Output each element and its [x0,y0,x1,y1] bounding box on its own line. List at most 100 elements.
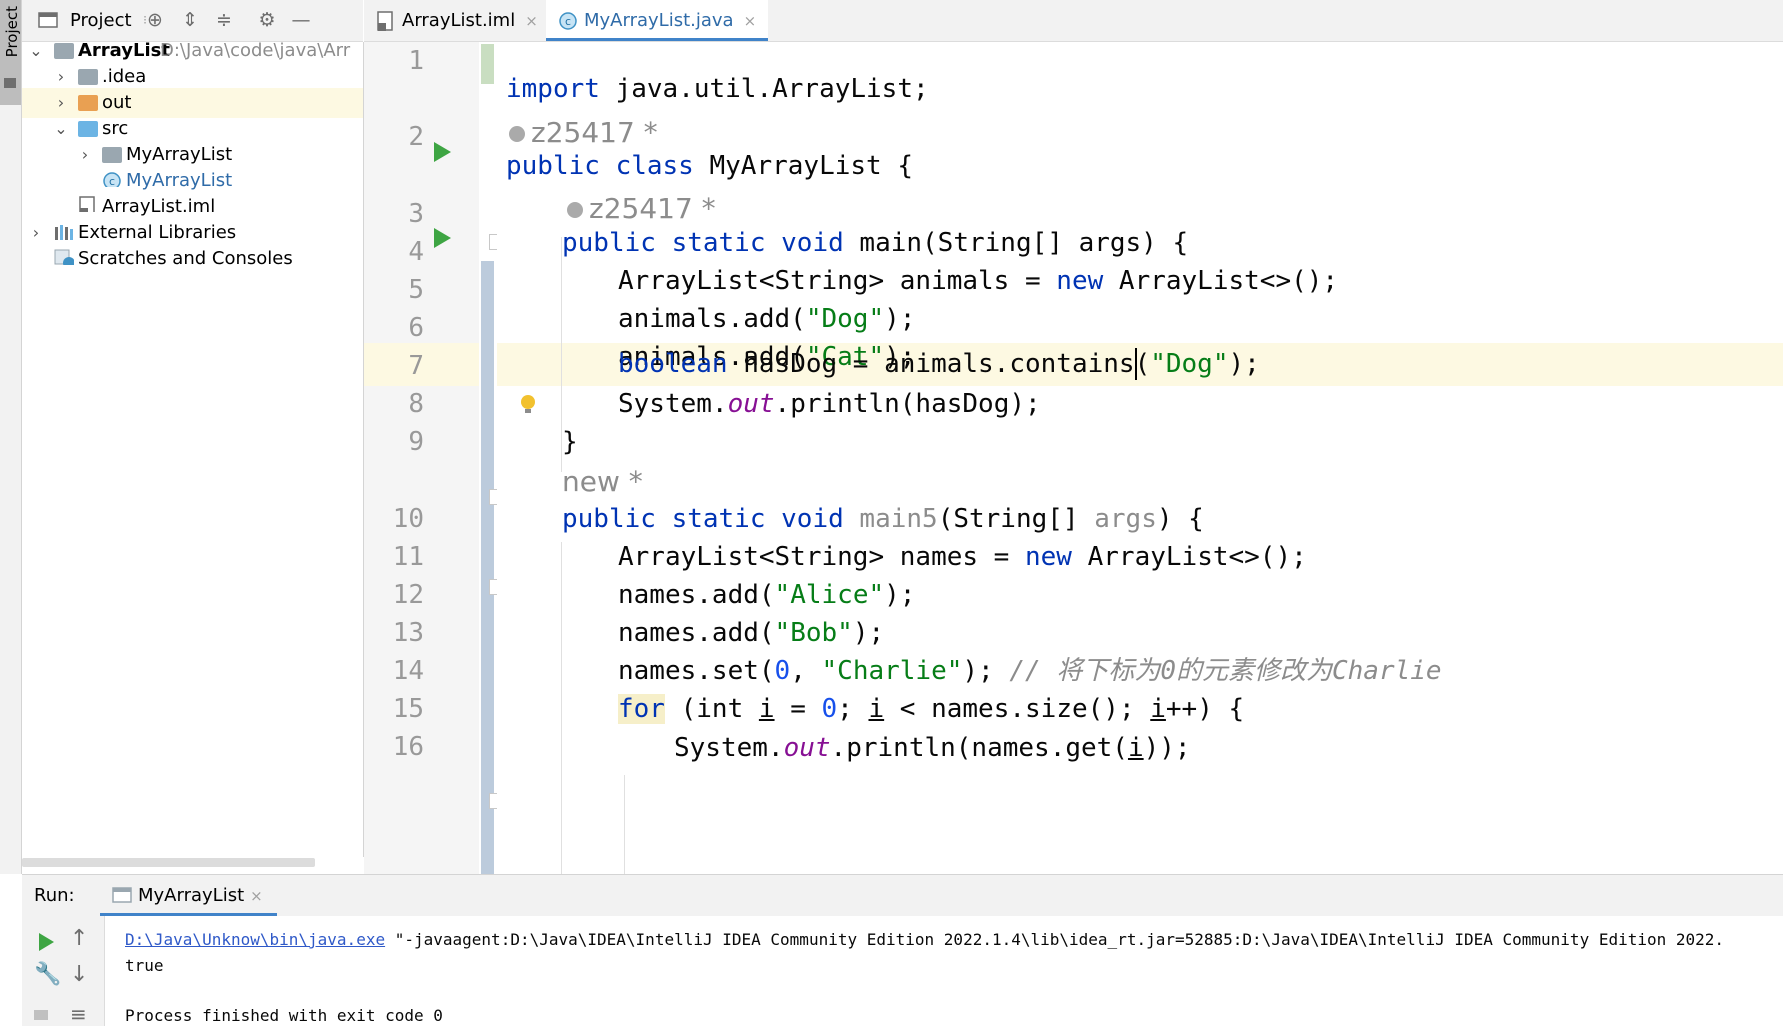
libraries-icon [55,225,73,240]
code-line-2: public class MyArrayList { [506,145,913,188]
code-token: java.util.ArrayList; [599,74,929,104]
run-class-icon[interactable] [434,142,451,162]
project-panel-title[interactable]: Project [70,10,132,31]
code-token: "Alice" [774,580,885,610]
line-number: 4 [408,237,424,267]
line-number: 7 [408,351,424,381]
run-console[interactable]: D:\Java\Unknow\bin\java.exe "-javaagent:… [105,916,1783,1026]
editor-tab-bar: ArrayList.iml × c MyArrayList.java × [364,0,1783,42]
code-token: hasDog = animals.contains( [727,349,1151,379]
code-token: i [758,694,775,724]
project-view-icon [38,12,58,28]
code-token: animals.add( [618,304,806,334]
code-token: out [783,733,831,763]
collapse-all-icon[interactable]: ≑ [213,9,235,31]
rerun-icon[interactable] [39,933,54,951]
java-exe-link[interactable]: D:\Java\Unknow\bin\java.exe [125,930,385,949]
author-hint-text: new * [562,465,643,498]
code-token: new [1056,266,1104,296]
run-label: Run: [34,885,75,906]
wrench-icon[interactable]: 🔧 [34,962,61,987]
console-command-args: "-javaagent:D:\Java\IDEA\IntelliJ IDEA C… [385,930,1725,949]
code-token: System. [674,733,784,763]
code-line-9: } [562,421,578,464]
close-icon[interactable]: × [250,887,263,905]
code-token: ); [1228,349,1260,379]
author-inlay-hint[interactable]: new * [562,460,643,503]
arrow-down-icon[interactable]: ↓ [70,962,88,987]
run-main-icon[interactable] [434,228,451,248]
source-folder-icon [78,121,98,137]
vcs-added-marker[interactable] [481,44,494,84]
code-line-4: ArrayList<String> animals = new ArrayLis… [618,260,1338,303]
code-token: main5 [843,504,938,534]
run-toolbar: ↑ 🔧 ↓ ≡ [22,916,105,1026]
code-token: "Dog" [805,304,885,334]
code-line-7: boolean hasDog = animals.contains("Dog")… [618,343,1260,386]
expand-all-icon[interactable]: ⇕ [179,9,201,31]
code-token: )); [1143,733,1191,763]
console-command-line: D:\Java\Unknow\bin\java.exe "-javaagent:… [125,930,1724,949]
project-tool-window-button[interactable]: Project [0,0,21,105]
code-token: names.add( [618,580,775,610]
folder-icon [4,78,16,88]
line-number: 3 [408,199,424,229]
code-token: ArrayList<>(); [1071,542,1307,572]
tree-item-scratches[interactable]: Scratches and Consoles [22,244,363,274]
code-token: public static void [562,504,844,534]
code-line-3: public static void main(String[] args) { [562,222,1188,265]
close-icon[interactable]: × [525,12,538,30]
line-number: 13 [392,618,424,648]
code-token: ; [837,694,869,724]
class-icon: c [103,172,121,187]
code-token: new [1025,542,1072,572]
code-token: args [1094,504,1157,534]
code-line-5: animals.add("Dog"); [618,298,915,341]
run-tab-label: MyArrayList [138,885,245,906]
arrow-up-icon[interactable]: ↑ [70,926,88,951]
tab-label: MyArrayList.java [584,10,734,31]
class-icon: c [559,12,577,30]
vcs-modified-marker[interactable] [481,261,494,874]
code-token: = [774,694,822,724]
code-token: } [562,427,578,457]
scratches-icon [54,249,74,265]
code-token: boolean [618,349,728,379]
code-line-12: names.add("Alice"); [618,574,915,617]
line-number: 1 [408,46,424,76]
run-tab-myarraylist[interactable]: MyArrayList × [100,875,277,916]
code-token: .println(names.get( [830,733,1128,763]
console-icon [112,887,132,903]
code-token: MyArrayList { [693,151,913,181]
excluded-folder-icon [78,95,98,111]
code-token: i [1127,733,1144,763]
horizontal-scrollbar[interactable] [22,858,315,867]
soft-wrap-icon[interactable]: ≡ [70,1002,87,1026]
project-tree[interactable]: ⌄ ArrayList D:\Java\code\java\Arr › .ide… [22,40,364,857]
line-number: 10 [392,504,424,534]
run-panel-header: Run: MyArrayList × [22,874,1783,917]
line-number: 9 [408,427,424,457]
code-token: public class [506,151,694,181]
author-hint-text: z25417 * [589,192,716,225]
code-token: names.add( [618,618,775,648]
code-token: System. [618,389,728,419]
lightbulb-icon[interactable] [519,394,537,416]
code-token: , [790,656,822,686]
code-editor[interactable]: import java.util.ArrayList; z25417 * pub… [497,42,1783,874]
code-line-14: names.set(0, "Charlie"); // 将下标为0的元素修改为C… [618,650,1442,693]
close-icon[interactable]: × [744,12,757,30]
code-token: (int [664,694,759,724]
tab-myarraylist-java[interactable]: c MyArrayList.java × [546,0,769,41]
code-token: 0 [774,656,791,686]
folder-icon [78,69,98,85]
console-output-line: true [125,956,164,975]
locate-file-icon[interactable]: ⊕ [144,9,166,31]
hide-panel-icon[interactable]: — [290,9,312,31]
code-line-15: for (int i = 0; i < names.size(); i++) { [618,688,1244,731]
code-token: ArrayList<String> names = [618,542,1025,572]
gear-icon[interactable]: ⚙ [256,9,278,31]
indent-guide [624,775,625,874]
code-token: out [727,389,775,419]
stop-icon[interactable] [34,1010,48,1020]
